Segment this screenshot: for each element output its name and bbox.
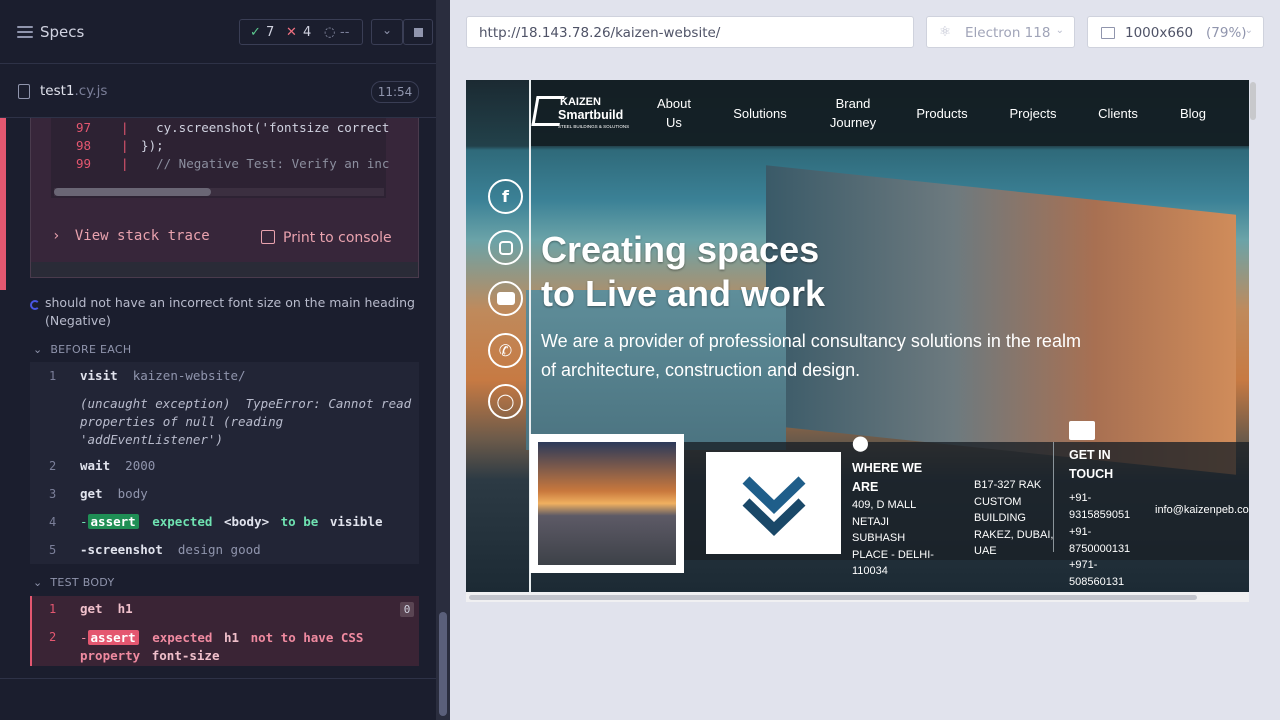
test-stats: ✓ 7 ✕ 4 ◌ --	[239, 19, 363, 45]
collapse-button[interactable]: ⌄	[371, 19, 403, 45]
spec-file-header: test1.cy.js 11:54	[0, 64, 436, 118]
specs-list-icon[interactable]	[17, 26, 33, 38]
file-icon	[18, 84, 30, 99]
running-spinner-icon	[30, 300, 40, 310]
nav-brand-journey[interactable]: Brand Journey	[820, 80, 886, 146]
line-number: 97	[76, 120, 92, 135]
command-visit[interactable]: visit kaizen-website/	[80, 368, 246, 383]
electron-icon: ⚛	[939, 24, 952, 40]
error-panel: 97 | cy.screenshot('fontsize correct 98 …	[30, 118, 419, 278]
command-number: 2	[49, 459, 57, 473]
reporter-scrollbar[interactable]	[436, 0, 450, 720]
passed-count: 7	[266, 25, 275, 40]
youtube-icon[interactable]	[488, 281, 523, 316]
location-pin-icon: ⬤	[852, 434, 869, 452]
command-assert-css[interactable]: - assert expected h1 not to have CSS prop…	[80, 629, 363, 665]
passed-icon: ✓	[250, 25, 261, 40]
failed-indicator	[0, 118, 6, 290]
uae-address: B17-327 RAK CUSTOM BUILDING RAKEZ, DUBAI…	[974, 479, 1054, 557]
phone-icon[interactable]: ✆	[488, 333, 523, 368]
print-to-console-button[interactable]: Print to console	[283, 230, 392, 246]
command-number: 2	[49, 630, 57, 644]
line-number: 99	[76, 156, 92, 171]
kaizen-logo[interactable]: KAIZEN Smartbuild STEEL BUILDINGS & SOLU…	[531, 92, 629, 134]
code-frame: 97 | cy.screenshot('fontsize correct 98 …	[51, 118, 390, 198]
chevron-right-icon: ›	[52, 228, 61, 244]
before-each-header[interactable]: ⌄ BEFORE EACH	[33, 343, 131, 356]
whatsapp-icon[interactable]: ◯	[488, 384, 523, 419]
nav-clients[interactable]: Clients	[1088, 80, 1148, 146]
chevron-down-icon: ⌄	[33, 343, 43, 356]
main-heading: Creating spaces to Live and work	[541, 229, 826, 314]
command-get-body[interactable]: get body	[80, 486, 148, 501]
command-number: 5	[49, 543, 57, 557]
file-name[interactable]: test1	[40, 83, 75, 99]
scroll-down-tile[interactable]	[706, 452, 841, 554]
pending-icon: ◌	[324, 25, 336, 40]
viewport-selector[interactable]: 1000x660 (79%) ⌄	[1087, 16, 1264, 48]
element-count-badge: 0	[400, 602, 414, 617]
specs-header: Specs ✓ 7 ✕ 4 ◌ -- ⌄	[0, 0, 436, 64]
view-stack-trace-link[interactable]: › View stack trace	[52, 228, 210, 244]
instagram-icon[interactable]	[488, 230, 523, 265]
command-assert-visible[interactable]: - assert expected <body> to be visible	[80, 514, 383, 529]
nav-projects[interactable]: Projects	[1000, 80, 1066, 146]
chevron-down-icon: ⌄	[1244, 25, 1253, 36]
command-screenshot[interactable]: -screenshot design good	[80, 542, 261, 557]
aut-vertical-scrollbar[interactable]	[1250, 82, 1256, 120]
get-in-touch-heading: GET IN TOUCH	[1069, 448, 1114, 481]
phone-number[interactable]: +91-9315859051	[1069, 490, 1139, 523]
url-bar[interactable]: http://18.143.78.26/kaizen-website/	[466, 16, 914, 48]
app-preview-panel: http://18.143.78.26/kaizen-website/ ⚛ El…	[450, 0, 1280, 720]
code-scrollbar[interactable]	[54, 188, 384, 196]
command-wait[interactable]: wait 2000	[80, 458, 155, 473]
file-ext: .cy.js	[74, 83, 108, 99]
specs-title[interactable]: Specs	[40, 23, 84, 41]
pending-count: --	[340, 25, 350, 40]
hero-subtitle: We are a provider of professional consul…	[541, 331, 1081, 380]
command-number: 4	[49, 515, 57, 529]
facebook-icon[interactable]: f	[488, 179, 523, 214]
nav-products[interactable]: Products	[908, 80, 976, 146]
code-line: // Negative Test: Verify an inc	[126, 156, 390, 171]
phone-number[interactable]: +971-508560131	[1069, 557, 1139, 590]
aut-iframe[interactable]: KAIZEN Smartbuild STEEL BUILDINGS & SOLU…	[466, 80, 1249, 592]
project-photo[interactable]	[530, 434, 684, 573]
stop-button[interactable]	[403, 19, 433, 45]
nav-solutions[interactable]: Solutions	[722, 80, 798, 146]
uncaught-exception-log[interactable]: (uncaught exception) TypeError: Cannot r…	[80, 395, 411, 449]
spec-duration: 11:54	[371, 81, 419, 103]
chevron-down-icon: ⌄	[33, 576, 43, 589]
browser-selector[interactable]: ⚛ Electron 118 ⌄	[926, 16, 1075, 48]
command-number: 3	[49, 487, 57, 501]
command-get-h1[interactable]: get h1	[80, 601, 133, 616]
command-number: 1	[49, 602, 57, 616]
hero-image	[766, 165, 1236, 475]
viewport-icon	[1101, 27, 1115, 39]
stop-icon	[414, 28, 423, 37]
code-line: cy.screenshot('fontsize correct	[126, 120, 390, 135]
chevron-down-icon: ⌄	[1055, 25, 1064, 36]
test-body-header[interactable]: ⌄ TEST BODY	[33, 576, 115, 589]
code-line: });	[126, 138, 164, 153]
current-test-title[interactable]: should not have an incorrect font size o…	[45, 294, 415, 330]
where-we-are-heading: WHERE WE ARE	[852, 461, 923, 494]
aut-horizontal-scrollbar[interactable]	[466, 592, 1249, 602]
failed-count: 4	[303, 25, 312, 40]
india-address: 409, D MALL NETAJI SUBHASH PLACE - DELHI…	[852, 499, 934, 577]
command-number: 1	[49, 369, 57, 383]
failed-icon: ✕	[286, 25, 297, 40]
chevron-down-icon: ⌄	[382, 23, 393, 37]
mail-icon	[1069, 421, 1095, 440]
console-icon	[261, 230, 275, 244]
nav-blog[interactable]: Blog	[1168, 80, 1218, 146]
line-number: 98	[76, 138, 92, 153]
phone-number[interactable]: +91-8750000131	[1069, 524, 1139, 557]
double-chevron-down-icon	[742, 476, 806, 536]
nav-about-us[interactable]: About Us	[646, 80, 702, 146]
email-address[interactable]: info@kaizenpeb.com	[1155, 502, 1249, 519]
reporter-panel: Specs ✓ 7 ✕ 4 ◌ -- ⌄ test1.cy.js 11:54 9…	[0, 0, 436, 720]
